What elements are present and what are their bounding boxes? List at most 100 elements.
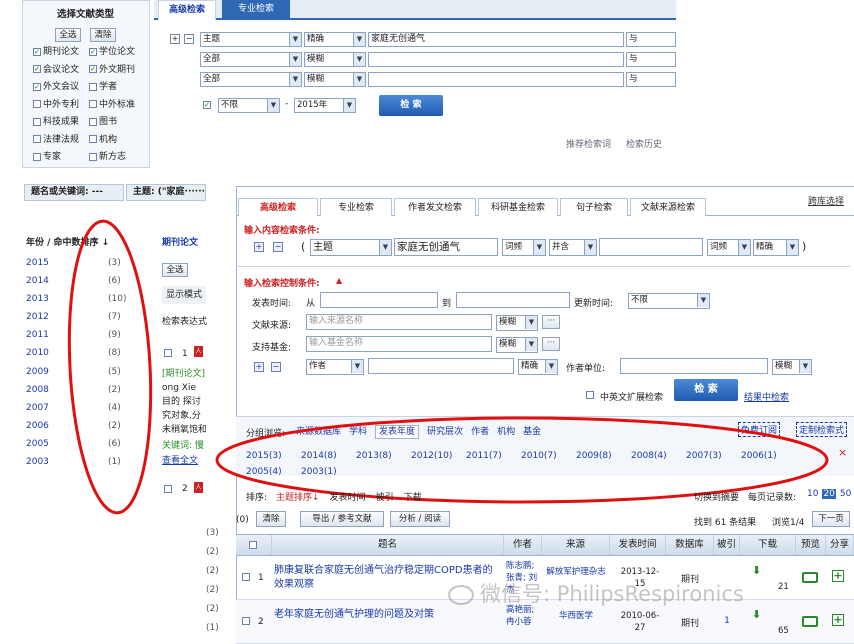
- doc-type-item[interactable]: 专家: [33, 149, 61, 162]
- column-header[interactable]: 题名: [272, 535, 504, 555]
- column-header[interactable]: 下载: [740, 535, 796, 555]
- mid-item-checkbox[interactable]: [164, 348, 174, 358]
- share-plus-icon[interactable]: +: [832, 570, 844, 582]
- tab-main-2[interactable]: 作者发文检索: [394, 198, 476, 216]
- row-checkbox[interactable]: [242, 616, 252, 626]
- doc-type-item[interactable]: 中外标准: [89, 97, 135, 110]
- main-search-button[interactable]: 检 索: [674, 379, 738, 401]
- row-title[interactable]: 老年家庭无创通气护理的问题及对策: [274, 608, 500, 622]
- sort-item[interactable]: 主题排序↓: [276, 493, 320, 503]
- mid-item-view[interactable]: 查看全文: [162, 453, 198, 466]
- fund-match-select[interactable]: 模糊 ▼: [496, 337, 538, 353]
- doc-type-item[interactable]: 法律法规: [33, 132, 79, 145]
- mid-select-all-button[interactable]: 全选: [162, 263, 188, 277]
- link-search-history[interactable]: 检索历史: [626, 137, 662, 150]
- download-icon[interactable]: ⬇: [752, 564, 761, 577]
- clear-selection-button[interactable]: 清除: [256, 511, 286, 527]
- per-page-option[interactable]: 20: [822, 489, 836, 499]
- column-header[interactable]: 作者: [504, 535, 542, 555]
- share-plus-icon[interactable]: +: [832, 614, 844, 626]
- keyword-input-3[interactable]: [368, 72, 624, 87]
- source-input[interactable]: 输入来源名称: [306, 314, 492, 330]
- doc-type-item[interactable]: 图书: [89, 114, 117, 127]
- field-select-3[interactable]: 全部 ▼: [200, 72, 302, 87]
- minus-icon[interactable]: −: [184, 34, 194, 44]
- row-plus-icon[interactable]: +: [254, 242, 264, 252]
- row-author[interactable]: 高艳丽; 冉小蓉: [506, 604, 540, 640]
- logic-select-3[interactable]: 与: [626, 72, 676, 87]
- row-minus-icon[interactable]: −: [273, 242, 283, 252]
- per-page-option[interactable]: 10: [806, 489, 819, 499]
- export-button[interactable]: 导出 / 参考文献: [300, 511, 384, 527]
- column-header[interactable]: 分享: [826, 535, 854, 555]
- column-header[interactable]: 发表时间: [610, 535, 666, 555]
- clear-button[interactable]: 清除: [90, 28, 116, 42]
- freq-select-1[interactable]: 词频 ▼: [502, 239, 546, 256]
- mid-item2-checkbox[interactable]: [164, 484, 174, 494]
- doc-type-item[interactable]: ✓ 学位论文: [89, 44, 135, 57]
- close-icon[interactable]: ×: [838, 446, 847, 459]
- column-header[interactable]: 预览: [796, 535, 826, 555]
- plus-icon[interactable]: +: [170, 34, 180, 44]
- org-match-select[interactable]: 模糊 ▼: [772, 359, 812, 375]
- author-input[interactable]: [368, 358, 514, 374]
- doc-type-item[interactable]: ✓ 外文会议: [33, 79, 79, 92]
- tab-advanced-search-top[interactable]: 高级检索: [158, 0, 216, 20]
- sort-item[interactable]: 发表时间: [330, 493, 366, 503]
- author-plus-icon[interactable]: +: [254, 362, 264, 372]
- date-from-select[interactable]: 不限 ▼: [218, 98, 280, 113]
- select-all-button[interactable]: 全选: [55, 28, 81, 42]
- author-field-select[interactable]: 作者 ▼: [306, 359, 364, 375]
- org-input[interactable]: [620, 358, 768, 374]
- match-select-3[interactable]: 模糊 ▼: [304, 72, 366, 87]
- doc-type-item[interactable]: ✓ 会议论文: [33, 62, 79, 75]
- column-header[interactable]: 来源: [542, 535, 610, 555]
- match-select-main[interactable]: 精确 ▼: [753, 239, 799, 256]
- freq-select-2[interactable]: 词频 ▼: [707, 239, 751, 256]
- tab-professional-search-top[interactable]: 专业检索: [222, 0, 290, 18]
- logic-select-main[interactable]: 并含 ▼: [549, 239, 597, 256]
- match-select-2[interactable]: 模糊 ▼: [304, 52, 366, 67]
- column-header[interactable]: 数据库: [666, 535, 714, 555]
- ext-search-checkbox[interactable]: [586, 390, 596, 400]
- author-match-select[interactable]: 精确 ▼: [518, 359, 558, 375]
- tab-main-1[interactable]: 专业检索: [320, 198, 392, 216]
- preview-book-icon[interactable]: [802, 572, 818, 583]
- doc-type-item[interactable]: 新方志: [89, 149, 126, 162]
- doc-type-item[interactable]: 科技成果: [33, 114, 79, 127]
- doc-type-item[interactable]: 学者: [89, 79, 117, 92]
- fund-picker-button[interactable]: ···: [542, 337, 560, 351]
- keyword-input-2[interactable]: [368, 52, 624, 67]
- next-page-button[interactable]: 下一页: [812, 511, 850, 527]
- column-header[interactable]: 被引: [714, 535, 740, 555]
- tab-main-4[interactable]: 句子检索: [560, 198, 628, 216]
- top-search-button[interactable]: 检 索: [379, 95, 443, 116]
- sort-item[interactable]: 下载: [404, 493, 422, 503]
- logic-select-1[interactable]: 与: [626, 32, 676, 47]
- pub-to-input[interactable]: [456, 292, 570, 308]
- switch-summary-link[interactable]: 切换到摘要: [694, 490, 739, 503]
- preview-book-icon[interactable]: [802, 616, 818, 627]
- analyze-button[interactable]: 分析 / 阅读: [390, 511, 450, 527]
- main-keyword-input[interactable]: 家庭无创通气: [394, 238, 498, 256]
- main-keyword-input-2[interactable]: [599, 238, 703, 256]
- field-select-2[interactable]: 全部 ▼: [200, 52, 302, 67]
- fund-input[interactable]: 输入基金名称: [306, 336, 492, 352]
- search-in-results-link[interactable]: 结果中检索: [744, 390, 789, 403]
- keyword-input-1[interactable]: 家庭无创通气: [368, 32, 624, 47]
- date-to-select[interactable]: 2015年 ▼: [294, 98, 356, 113]
- tab-main-5[interactable]: 文献来源检索: [630, 198, 706, 216]
- match-select-1[interactable]: 精确 ▼: [304, 32, 366, 47]
- source-picker-button[interactable]: ···: [542, 315, 560, 329]
- field-select-1[interactable]: 主题 ▼: [200, 32, 302, 47]
- source-match-select[interactable]: 模糊 ▼: [496, 315, 538, 331]
- doc-type-item[interactable]: ✓ 外文期刊: [89, 62, 135, 75]
- pub-from-input[interactable]: [320, 292, 438, 308]
- doc-type-item[interactable]: ✓ 期刊论文: [33, 44, 79, 57]
- collapse-icon[interactable]: ▲: [336, 276, 342, 285]
- update-time-select[interactable]: 不限 ▼: [628, 293, 710, 309]
- column-header[interactable]: [236, 535, 272, 555]
- main-field-select[interactable]: 主题 ▼: [310, 239, 392, 256]
- tab-main-3[interactable]: 科研基金检索: [478, 198, 558, 216]
- download-icon[interactable]: ⬇: [752, 608, 761, 621]
